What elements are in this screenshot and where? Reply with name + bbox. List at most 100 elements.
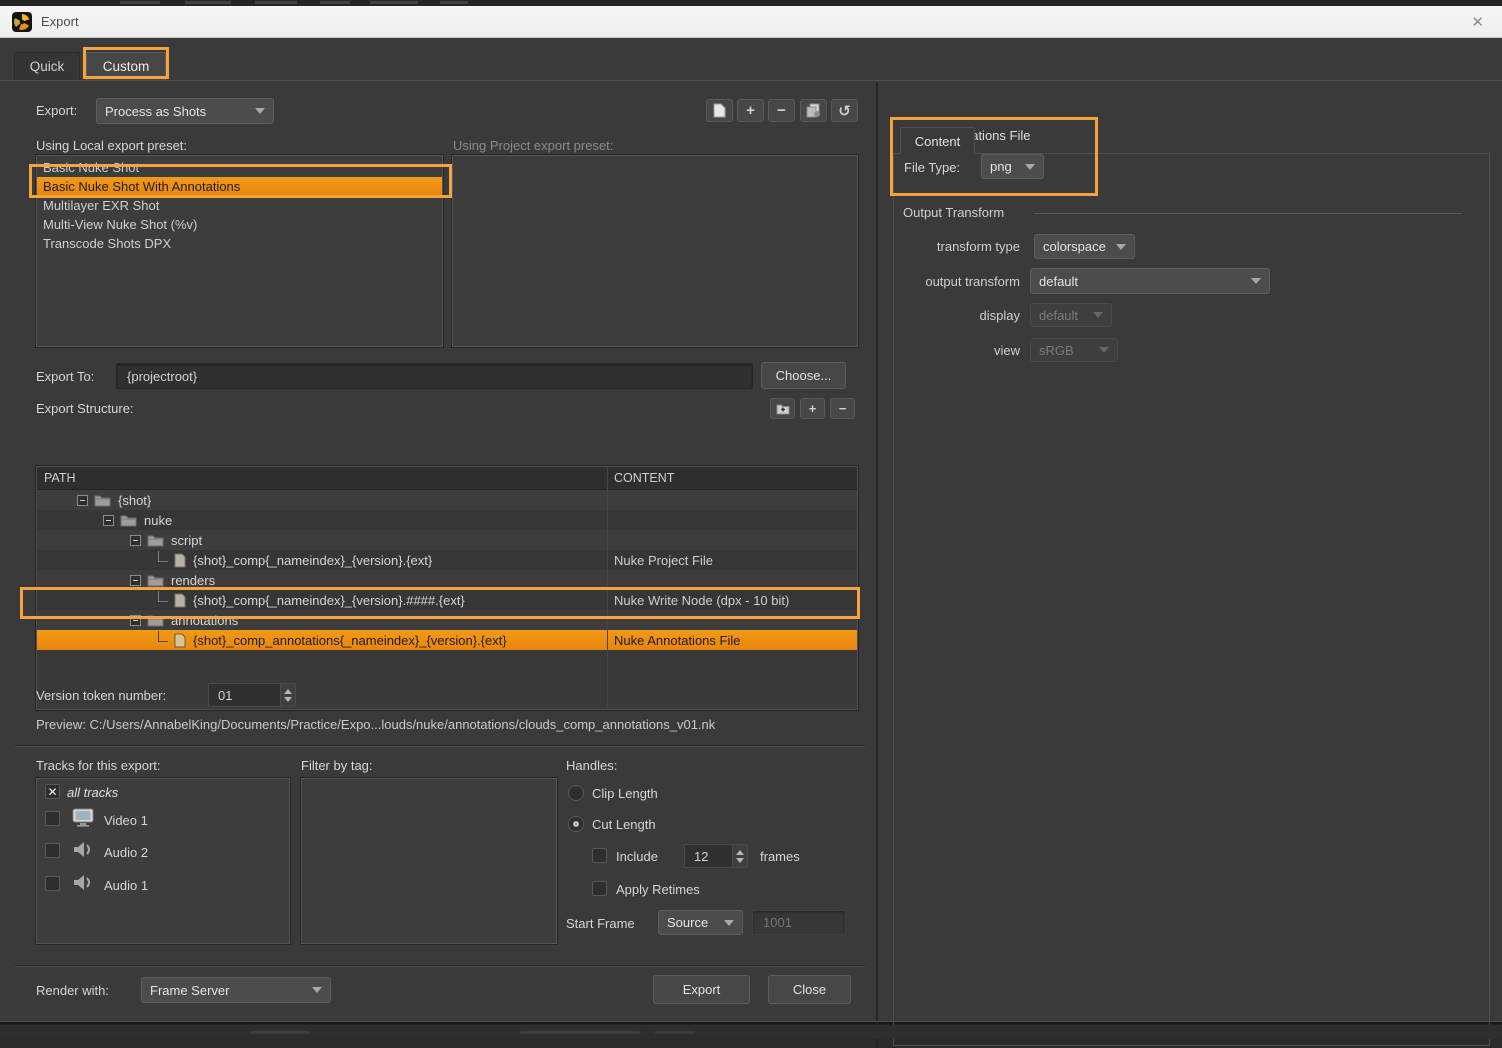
nuke-logo-icon (12, 12, 32, 32)
start-frame-mode-value: Source (667, 915, 708, 930)
version-token-spinner[interactable]: 01 (208, 683, 296, 707)
tracks-list[interactable]: ✕ all tracks Video 1 Audio 2 (36, 778, 290, 944)
tab-quick[interactable]: Quick (14, 52, 80, 80)
close-icon[interactable]: ✕ (1471, 13, 1484, 31)
table-row[interactable]: {shot}_comp{_nameindex}_{version}.{ext} … (37, 550, 857, 570)
new-folder-button[interactable] (770, 398, 795, 419)
project-preset-list[interactable] (452, 155, 858, 347)
duplicate-preset-button[interactable] (800, 99, 827, 122)
list-item[interactable]: Multi-View Nuke Shot (%v) (37, 215, 442, 234)
check-icon: ✕ (47, 785, 57, 799)
display-label: display (892, 308, 1020, 323)
spinner-arrows-icon[interactable] (280, 684, 295, 706)
file-type-dropdown[interactable]: png (981, 154, 1044, 179)
track-label: Audio 1 (104, 878, 148, 893)
output-transform-dropdown[interactable]: default (1030, 268, 1270, 294)
tree-node-label: script (171, 533, 202, 548)
transform-type-value: colorspace (1043, 239, 1106, 254)
export-mode-value: Process as Shots (105, 104, 206, 119)
panel-splitter[interactable] (876, 82, 878, 1048)
file-type-value: png (990, 159, 1012, 174)
tab-content[interactable]: Content (900, 127, 975, 154)
folder-icon (147, 534, 164, 547)
checkbox-apply-retimes[interactable] (592, 881, 607, 896)
file-icon (174, 553, 186, 568)
list-item-selected[interactable]: Basic Nuke Shot With Annotations (37, 177, 442, 196)
audio-track-icon (73, 874, 93, 891)
add-preset-button[interactable]: + (737, 99, 764, 122)
output-transform-value: default (1039, 274, 1078, 289)
revert-preset-button[interactable]: ↺ (831, 99, 858, 122)
start-frame-value: 1001 (763, 915, 792, 930)
tree-node-label: {shot} (118, 493, 151, 508)
table-row[interactable]: {shot}_comp{_nameindex}_{version}.####.{… (37, 590, 857, 610)
local-preset-list[interactable]: Basic Nuke Shot Basic Nuke Shot With Ann… (36, 155, 443, 347)
title-bar: Export ✕ (0, 6, 1502, 38)
table-row[interactable]: renders (37, 570, 857, 590)
checkbox-unchecked[interactable] (45, 843, 60, 858)
expander-icon[interactable] (130, 575, 141, 586)
export-button[interactable]: Export (653, 975, 750, 1004)
include-frames-value: 12 (685, 845, 732, 867)
radio-cut-length[interactable] (568, 816, 584, 832)
render-with-label: Render with: (36, 983, 109, 998)
expander-icon[interactable] (130, 535, 141, 546)
export-mode-dropdown[interactable]: Process as Shots (96, 98, 274, 124)
table-row[interactable]: nuke (37, 510, 857, 530)
export-dialog-body: Quick Custom Export: Process as Shots + … (0, 38, 1502, 1024)
filter-by-tag-list[interactable] (301, 778, 557, 944)
track-all-label: all tracks (67, 785, 118, 800)
tree-node-label: annotations (171, 613, 238, 628)
file-icon (174, 593, 186, 608)
transform-type-dropdown[interactable]: colorspace (1034, 234, 1135, 259)
add-structure-button[interactable]: + (800, 398, 825, 419)
export-structure-table[interactable]: PATH CONTENT {shot} nuke (36, 466, 858, 710)
choose-button[interactable]: Choose... (761, 362, 846, 389)
checkbox-unchecked[interactable] (45, 811, 60, 826)
spinner-arrows-icon[interactable] (732, 845, 747, 867)
checkbox-include[interactable] (592, 848, 607, 863)
chevron-down-icon (1116, 244, 1126, 250)
new-preset-button[interactable] (706, 99, 733, 122)
remove-structure-button[interactable]: − (830, 398, 855, 419)
checkbox-checked[interactable]: ✕ (45, 784, 60, 799)
transform-type-row: transform type colorspace (892, 234, 1121, 259)
export-to-field[interactable]: {projectroot} (116, 363, 753, 389)
display-value: default (1039, 308, 1078, 323)
list-item[interactable]: Basic Nuke Shot (37, 158, 442, 177)
tree-node-label: {shot}_comp{_nameindex}_{version}.####.{… (193, 593, 465, 608)
table-row[interactable]: {shot} (37, 490, 857, 510)
expander-icon[interactable] (130, 615, 141, 626)
table-row[interactable]: annotations (37, 610, 857, 630)
file-type-label: File Type: (904, 160, 960, 175)
expander-icon[interactable] (103, 515, 114, 526)
duplicate-icon (806, 103, 821, 118)
checkbox-unchecked[interactable] (45, 876, 60, 891)
new-folder-icon (776, 403, 790, 415)
render-with-value: Frame Server (150, 983, 229, 998)
tab-custom[interactable]: Custom (86, 52, 166, 80)
window-title: Export (41, 14, 79, 29)
table-row-selected[interactable]: {shot}_comp_annotations{_nameindex}_{ver… (37, 630, 857, 650)
render-with-dropdown[interactable]: Frame Server (141, 977, 331, 1003)
table-row[interactable]: script (37, 530, 857, 550)
radio-clip-length[interactable] (568, 785, 584, 801)
expander-icon[interactable] (77, 495, 88, 506)
tree-node-label: {shot}_comp{_nameindex}_{version}.{ext} (193, 553, 432, 568)
export-dialog-window: Export ✕ Quick Custom Export: Process as… (0, 0, 1502, 1039)
frames-label: frames (760, 849, 800, 864)
close-button[interactable]: Close (768, 975, 851, 1004)
clip-length-label: Clip Length (592, 786, 658, 801)
list-item[interactable]: Transcode Shots DPX (37, 234, 442, 253)
tree-connector (158, 551, 168, 562)
include-frames-spinner[interactable]: 12 (684, 844, 748, 868)
list-item[interactable]: Multilayer EXR Shot (37, 196, 442, 215)
start-frame-mode-dropdown[interactable]: Source (658, 910, 743, 935)
audio-track-icon (73, 841, 93, 858)
remove-preset-button[interactable]: − (768, 99, 795, 122)
track-label: Audio 2 (104, 845, 148, 860)
file-icon (174, 633, 186, 648)
tree-node-label: {shot}_comp_annotations{_nameindex}_{ver… (193, 633, 507, 648)
chevron-down-icon (1093, 312, 1103, 318)
chevron-down-icon (724, 920, 734, 926)
